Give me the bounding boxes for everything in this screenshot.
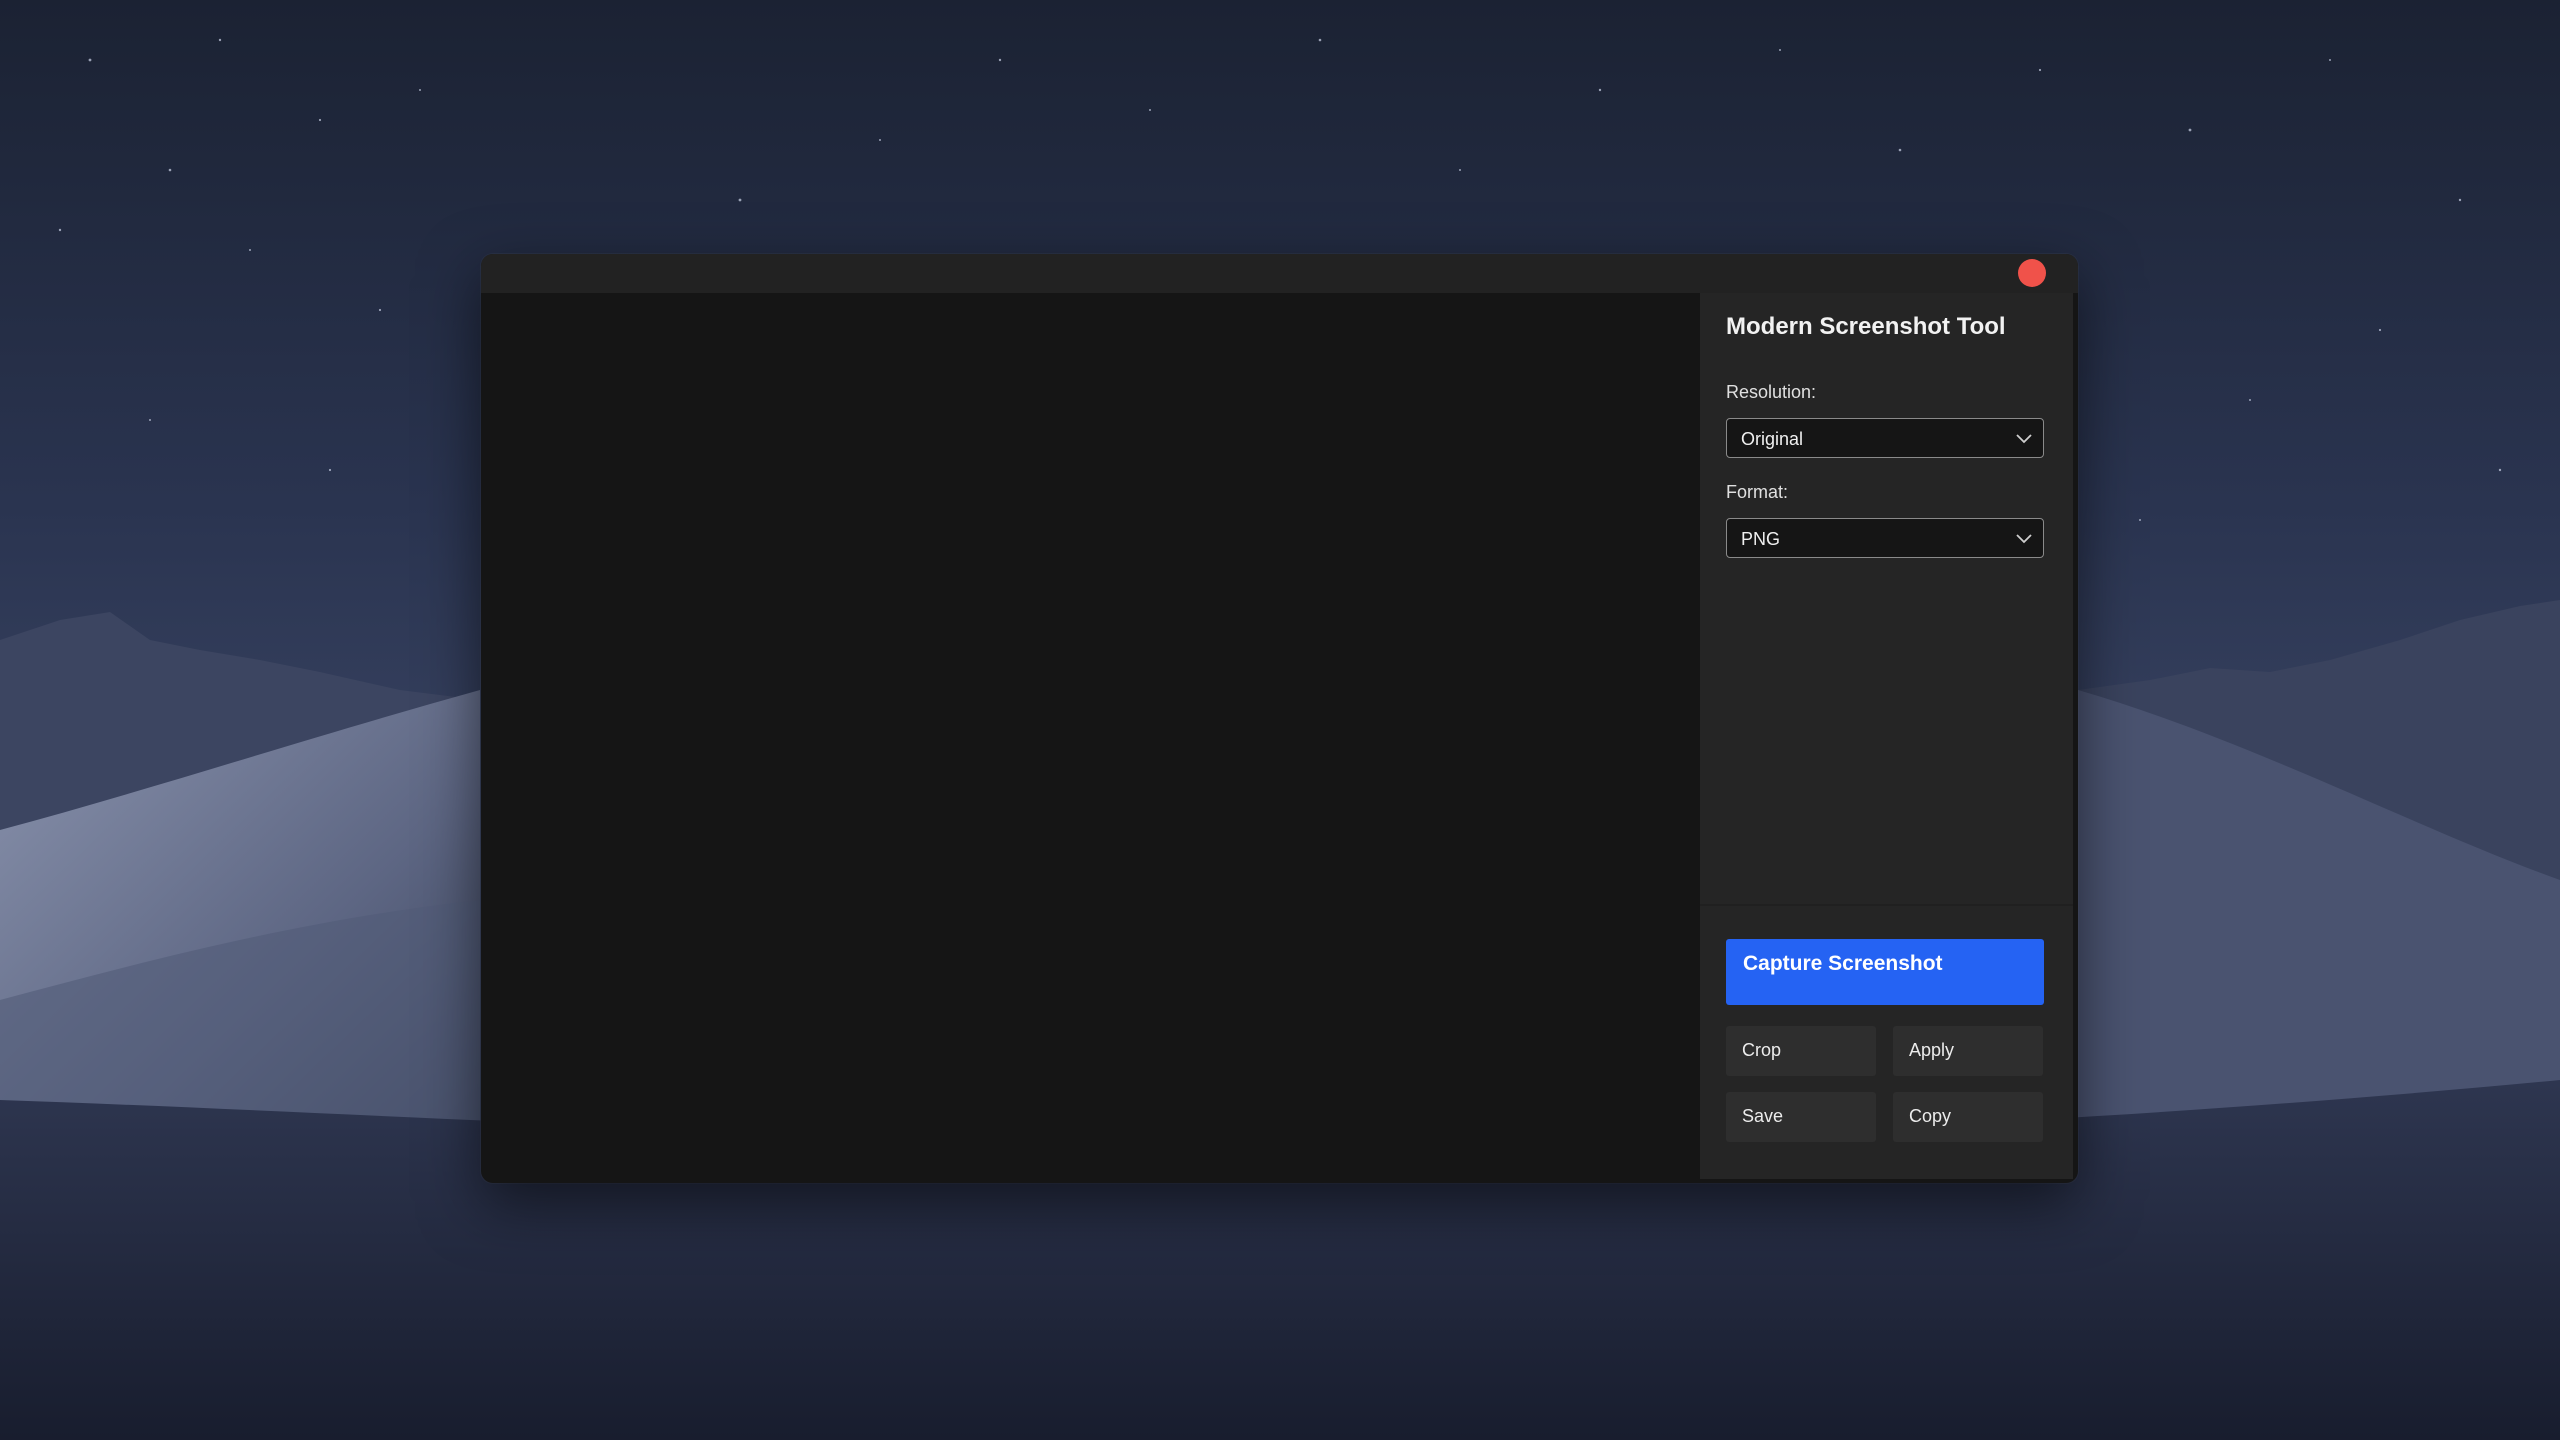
format-label: Format: — [1726, 482, 1789, 502]
resolution-value: Original — [1741, 429, 1804, 449]
format-dropdown[interactable]: PNG — [1726, 518, 2044, 558]
save-button[interactable]: Save — [1726, 1092, 1876, 1142]
capture-screenshot-button[interactable]: Capture Screenshot — [1726, 939, 2044, 1005]
panel-title: Modern Screenshot Tool — [1726, 313, 2006, 340]
desktop-wallpaper: Modern Screenshot Tool Resolution: Forma… — [0, 0, 2560, 1440]
chevron-down-icon — [2016, 534, 2032, 544]
apply-button-label: Apply — [1909, 1040, 1955, 1060]
chevron-down-icon — [2016, 434, 2032, 444]
title-bar[interactable] — [481, 254, 2078, 293]
resolution-label: Resolution: — [1726, 382, 1817, 402]
close-icon[interactable] — [2018, 259, 2046, 287]
crop-button-label: Crop — [1742, 1040, 1782, 1060]
capture-button-label: Capture Screenshot — [1743, 952, 1943, 975]
apply-button[interactable]: Apply — [1893, 1026, 2043, 1076]
panel-divider — [1700, 904, 2073, 906]
screenshot-preview-area — [484, 293, 1698, 1177]
resolution-dropdown[interactable]: Original — [1726, 418, 2044, 458]
copy-button-label: Copy — [1909, 1106, 1952, 1126]
crop-button[interactable]: Crop — [1726, 1026, 1876, 1076]
save-button-label: Save — [1742, 1106, 1784, 1126]
format-value: PNG — [1741, 529, 1781, 549]
copy-button[interactable]: Copy — [1893, 1092, 2043, 1142]
